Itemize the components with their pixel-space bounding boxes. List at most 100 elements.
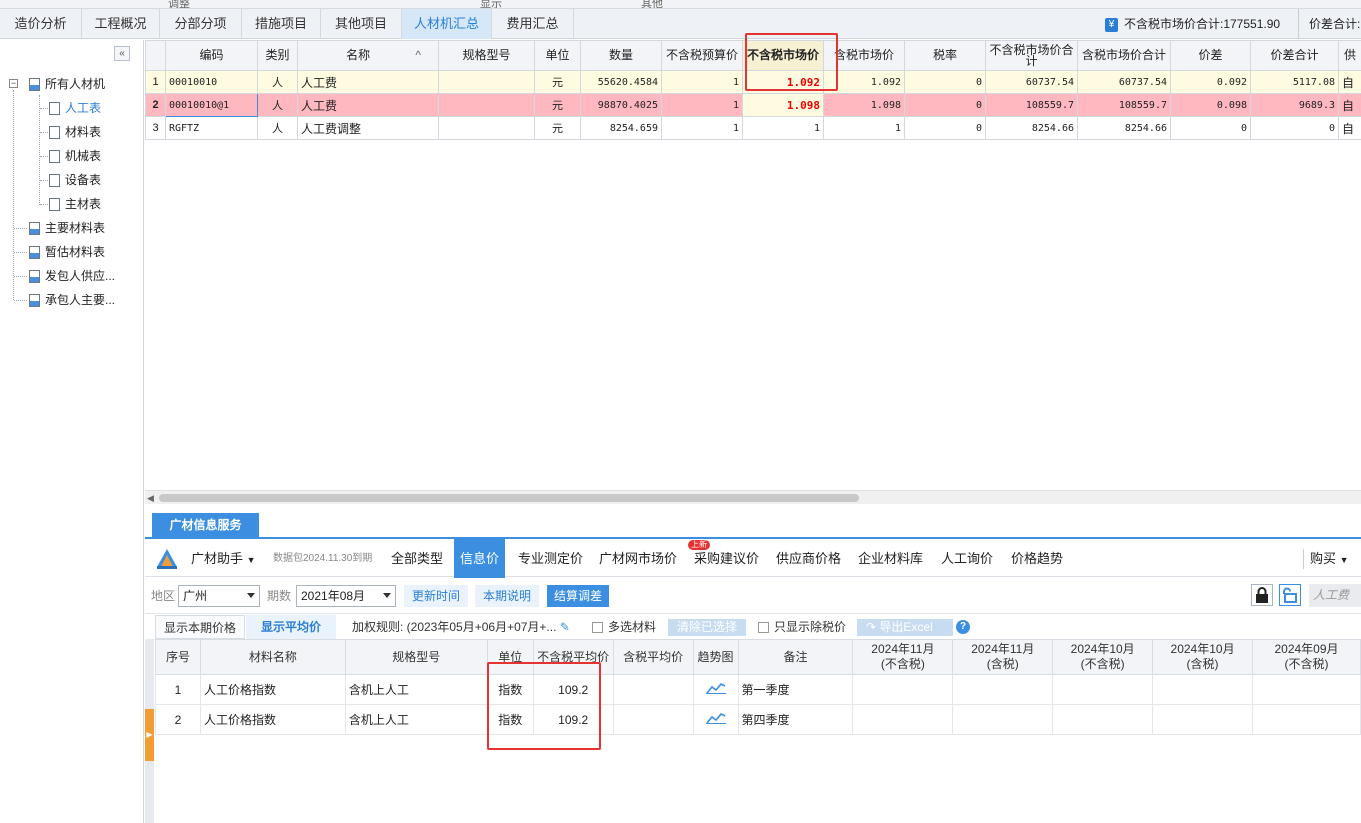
tree-item-labor[interactable]: 人工表 (49, 97, 101, 119)
buy-menu[interactable]: 购买 ▼ (1303, 549, 1349, 569)
tree-item-main-materials[interactable]: 主要材料表 (29, 217, 105, 239)
col-header[interactable]: 备注 (737, 639, 854, 675)
top-strip-item[interactable]: 调整 (168, 0, 190, 8)
budget-cell[interactable]: 1 (661, 93, 743, 117)
col-header[interactable]: 规格型号 (344, 639, 488, 675)
unit-cell[interactable]: 元 (534, 116, 581, 140)
tab-project-overview[interactable]: 工程概况 (82, 9, 160, 39)
spec-cell[interactable] (438, 116, 535, 140)
collapse-panel-button[interactable]: « (114, 46, 130, 61)
type-cell[interactable]: 人 (257, 116, 298, 140)
price-cell[interactable] (1052, 704, 1154, 735)
supply-cell[interactable]: 自 (1338, 93, 1361, 117)
nav-enterprise-library[interactable]: 企业材料库 (858, 539, 923, 579)
price-cell[interactable] (1252, 674, 1361, 705)
rate-cell[interactable]: 0 (904, 116, 986, 140)
col-header[interactable]: 数量 (580, 40, 662, 71)
budget-cell[interactable]: 1 (661, 70, 743, 94)
price-cell[interactable] (1152, 704, 1253, 735)
scroll-left-icon[interactable]: ◀ (147, 491, 154, 505)
nav-price-trend[interactable]: 价格趋势 (1011, 539, 1063, 579)
col-header[interactable]: 编码 (165, 40, 258, 71)
market-price-cell[interactable]: 1 (742, 116, 824, 140)
lock-icon[interactable] (1251, 584, 1273, 606)
market-tax-cell[interactable]: 1 (823, 116, 905, 140)
qty-cell[interactable]: 98870.4025 (580, 93, 662, 117)
export-excel-button[interactable]: ↷ 导出Excel (857, 619, 953, 636)
col-header[interactable]: 不含税预算价 (661, 40, 743, 71)
name-cell[interactable]: 人工费调整 (297, 116, 439, 140)
code-cell[interactable]: RGFTZ (165, 116, 258, 140)
price-cell[interactable] (1252, 704, 1361, 735)
col-header[interactable]: 2024年09月 (不含税) (1252, 639, 1361, 675)
period-select[interactable]: 2021年08月 (296, 585, 396, 607)
col-header[interactable]: 趋势图 (692, 639, 739, 675)
unit-cell[interactable]: 元 (534, 93, 581, 117)
nav-purchase-advice[interactable]: 采购建议价 (694, 539, 759, 579)
price-cell[interactable] (952, 674, 1054, 705)
sort-arrow-icon[interactable]: ^ (415, 49, 421, 61)
table-row[interactable]: 3 RGFTZ 人 人工费调整 元 8254.659 1 1 1 0 8254.… (145, 116, 1361, 140)
col-header[interactable]: 税率 (904, 40, 986, 71)
col-header[interactable]: 价差合计 (1250, 40, 1339, 71)
search-input[interactable]: 人工费 (1309, 584, 1361, 607)
col-header[interactable]: 2024年11月 (含税) (952, 639, 1054, 675)
tree-item-material[interactable]: 材料表 (49, 121, 101, 143)
col-header[interactable]: 含税平均价 (612, 639, 694, 675)
market-tax-cell[interactable]: 1.098 (823, 93, 905, 117)
settle-adjust-button[interactable]: 结算调差 (547, 585, 610, 607)
edit-icon[interactable]: ✎ (560, 620, 570, 634)
col-header[interactable]: 规格型号 (438, 40, 535, 71)
tree-item-contractor-main[interactable]: 承包人主要... (29, 289, 115, 311)
top-strip-item[interactable]: 其他 (641, 0, 663, 8)
nav-labor-inquiry[interactable]: 人工询价 (941, 539, 993, 579)
note-cell[interactable]: 第四季度 (737, 704, 854, 735)
market-price-cell[interactable]: 1.098 (742, 93, 824, 117)
trend-cell[interactable] (692, 704, 739, 735)
expand-handle-icon[interactable]: ▶ (145, 709, 154, 761)
rate-cell[interactable]: 0 (904, 70, 986, 94)
tree-item-provisional[interactable]: 暂估材料表 (29, 241, 105, 263)
qty-cell[interactable]: 8254.659 (580, 116, 662, 140)
tree-item-machine[interactable]: 机械表 (49, 145, 101, 167)
col-header[interactable]: 类别 (257, 40, 298, 71)
nav-market-price[interactable]: 广材网市场价 (599, 539, 677, 579)
top-strip-item[interactable]: 显示 (480, 0, 502, 8)
only-tax-checkbox[interactable]: 只显示除税价 (758, 615, 846, 639)
show-average-price-toggle[interactable]: 显示平均价 (246, 615, 337, 639)
tree-item-equipment[interactable]: 设备表 (49, 169, 101, 191)
rate-cell[interactable]: 0 (904, 93, 986, 117)
name-cell[interactable]: 人工费 (297, 93, 439, 117)
tab-labor-material-summary[interactable]: 人材机汇总 (402, 9, 492, 39)
help-icon[interactable]: ? (956, 620, 970, 634)
col-header[interactable]: 价差 (1170, 40, 1251, 71)
price-cell[interactable] (952, 704, 1054, 735)
material-name-cell[interactable]: 人工价格指数 (199, 674, 346, 705)
spec-cell[interactable]: 含机上人工 (344, 674, 488, 705)
table-row[interactable]: 2 人工价格指数 含机上人工 指数 109.2 第四季度 (155, 704, 1361, 735)
note-cell[interactable]: 第一季度 (737, 674, 854, 705)
col-header[interactable]: 序号 (155, 639, 201, 675)
trend-chart-icon[interactable] (705, 682, 726, 694)
checkbox[interactable] (592, 622, 603, 634)
price-cell[interactable] (1152, 674, 1253, 705)
unlock-icon[interactable] (1279, 584, 1301, 606)
col-header[interactable]: 2024年11月 (不含税) (852, 639, 954, 675)
price-cell[interactable] (852, 704, 954, 735)
col-header[interactable]: 供 (1338, 40, 1361, 71)
name-cell[interactable]: 人工费 (297, 70, 439, 94)
region-select[interactable]: 广州 (178, 585, 260, 607)
col-header[interactable]: 2024年10月 (不含税) (1052, 639, 1154, 675)
code-cell[interactable]: 00010010@1 (165, 93, 258, 117)
table-row-selected[interactable]: 2 00010010@1 人 人工费 元 98870.4025 1 1.098 … (145, 93, 1361, 117)
type-cell[interactable]: 人 (257, 70, 298, 94)
period-note-button[interactable]: 本期说明 (475, 585, 540, 607)
tree-collapse-icon[interactable]: − (9, 79, 18, 88)
spec-cell[interactable] (438, 70, 535, 94)
avg-tax-price-cell[interactable] (612, 674, 694, 705)
spec-cell[interactable]: 含机上人工 (344, 704, 488, 735)
col-header[interactable]: 材料名称 (199, 639, 346, 675)
clear-selection-button[interactable]: 清除已选择 (668, 619, 747, 636)
supply-cell[interactable]: 自 (1338, 70, 1361, 94)
tab-measures[interactable]: 措施项目 (242, 9, 321, 39)
